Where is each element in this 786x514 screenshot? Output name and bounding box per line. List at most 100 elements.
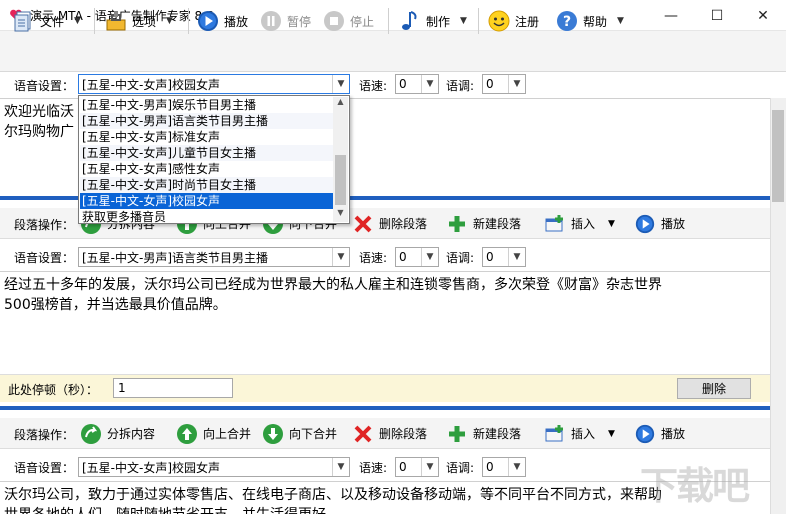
insert-label: 插入 xyxy=(571,427,596,441)
minimize-button[interactable]: — xyxy=(648,0,694,31)
delete-paragraph-button[interactable]: 删除段落 xyxy=(352,421,427,446)
play-button[interactable]: 播放 xyxy=(196,6,248,36)
chevron-down-icon[interactable]: ▼ xyxy=(508,458,525,476)
chevron-down-icon[interactable]: ▼ xyxy=(332,458,349,476)
tone-select[interactable]: 0 ▼ xyxy=(482,74,526,94)
section-divider xyxy=(0,406,770,410)
register-button[interactable]: 注册 xyxy=(487,6,539,36)
pause-label: 暂停 xyxy=(287,14,312,29)
chevron-up-icon[interactable]: ▲ xyxy=(333,97,348,111)
tone-value: 0 xyxy=(486,77,494,91)
split-icon xyxy=(81,423,101,444)
play-icon xyxy=(198,11,218,31)
para-ops-label: 段落操作： xyxy=(14,428,75,442)
voice-select-value: [五星-中文-女声]校园女声 xyxy=(82,460,221,475)
dropdown-option[interactable]: [五星-中文-女声]标准女声 xyxy=(80,129,334,145)
merge-up-label: 向上合并 xyxy=(203,427,252,441)
insert-menu-button[interactable]: 插入 ▼ xyxy=(544,421,615,446)
help-menu-button[interactable]: ? 帮助 ▼ xyxy=(555,6,624,36)
new-paragraph-button[interactable]: 新建段落 xyxy=(446,421,521,446)
paragraph-line: 经过五十多年的发展，沃尔玛公司已经成为世界最大的私人雇主和连锁零售商，多次荣登《… xyxy=(4,277,662,293)
main-scrollbar-thumb[interactable] xyxy=(772,110,784,202)
delete-paragraph-label: 删除段落 xyxy=(379,217,428,231)
arrow-down-icon xyxy=(263,423,283,444)
maximize-button[interactable]: ☐ xyxy=(694,0,740,31)
new-paragraph-button[interactable]: 新建段落 xyxy=(446,211,521,236)
split-button[interactable]: 分拆内容 xyxy=(80,421,155,446)
chevron-down-icon[interactable]: ▼ xyxy=(508,248,525,266)
close-button[interactable]: ✕ xyxy=(740,0,786,31)
voice-label: 语音设置： xyxy=(14,79,75,93)
merge-down-button[interactable]: 向下合并 xyxy=(262,421,337,446)
chevron-down-icon[interactable]: ▼ xyxy=(332,75,349,93)
insert-menu-button[interactable]: 插入 ▼ xyxy=(544,211,615,236)
merge-down-label: 向下合并 xyxy=(289,427,338,441)
dropdown-option[interactable]: [五星-中文-男声]语言类节目男主播 xyxy=(80,113,334,129)
dropdown-option[interactable]: 获取更多播音员 xyxy=(80,209,334,225)
help-icon: ? xyxy=(557,11,577,31)
make-menu-button[interactable]: 制作 ▼ xyxy=(398,6,467,36)
paragraph-play-button[interactable]: 播放 xyxy=(634,211,685,236)
dropdown-option[interactable]: [五星-中文-女声]时尚节目女主播 xyxy=(80,177,334,193)
speed-select[interactable]: 0 ▼ xyxy=(395,457,439,477)
dropdown-scroll-thumb[interactable] xyxy=(335,155,346,205)
document-icon xyxy=(14,11,31,32)
paragraph-play-label: 播放 xyxy=(661,217,686,231)
speed-label: 语速: xyxy=(359,251,388,265)
toolbar-divider xyxy=(188,8,189,34)
voice-select-value: [五星-中文-男声]语言类节目男主播 xyxy=(82,250,269,265)
insert-icon xyxy=(545,424,563,441)
options-label: 选项 xyxy=(132,14,157,29)
new-paragraph-label: 新建段落 xyxy=(473,427,522,441)
watermark: 下载吧 xyxy=(640,464,750,508)
dropdown-option-selected[interactable]: [五星-中文-女声]校园女声 xyxy=(80,193,334,209)
play-icon xyxy=(635,214,655,233)
dropdown-option[interactable]: [五星-中文-女声]感性女声 xyxy=(80,161,334,177)
delete-x-icon xyxy=(354,215,372,232)
split-label: 分拆内容 xyxy=(107,427,156,441)
toolbar xyxy=(0,31,786,72)
insert-label: 插入 xyxy=(571,217,596,231)
chevron-down-icon: ▼ xyxy=(74,16,81,26)
chevron-down-icon[interactable]: ▼ xyxy=(421,75,438,93)
chevron-down-icon[interactable]: ▼ xyxy=(421,248,438,266)
paragraph-text-2[interactable]: 经过五十多年的发展，沃尔玛公司已经成为世界最大的私人雇主和连锁零售商，多次荣登《… xyxy=(0,271,770,374)
pause-button[interactable]: 暂停 xyxy=(259,6,311,36)
toolbar-divider xyxy=(388,8,389,34)
smiley-icon xyxy=(488,10,510,32)
chevron-down-icon: ▼ xyxy=(617,16,624,26)
speed-select[interactable]: 0 ▼ xyxy=(395,247,439,267)
delete-x-icon xyxy=(354,425,372,442)
voice-dropdown-list: [五星-中文-男声]娱乐节目男主播 [五星-中文-男声]语言类节目男主播 [五星… xyxy=(78,95,350,224)
tone-select[interactable]: 0 ▼ xyxy=(482,457,526,477)
chevron-down-icon[interactable]: ▼ xyxy=(421,458,438,476)
tone-label: 语调: xyxy=(446,79,475,93)
tone-select[interactable]: 0 ▼ xyxy=(482,247,526,267)
voice-select[interactable]: [五星-中文-女声]校园女声 ▼ xyxy=(78,457,350,477)
help-label: 帮助 xyxy=(583,14,608,29)
file-menu-button[interactable]: 文件 ▼ xyxy=(12,6,81,36)
dropdown-option[interactable]: [五星-中文-女声]儿童节目女主播 xyxy=(80,145,334,161)
pause-seconds-input[interactable]: 1 xyxy=(113,378,233,398)
delete-paragraph-button[interactable]: 删除段落 xyxy=(352,211,427,236)
toolbox-icon xyxy=(106,11,126,31)
paragraph-play-button[interactable]: 播放 xyxy=(634,421,685,446)
stop-button[interactable]: 停止 xyxy=(322,6,374,36)
options-menu-button[interactable]: 选项 ▼ xyxy=(104,6,173,36)
register-label: 注册 xyxy=(515,14,540,29)
speed-select[interactable]: 0 ▼ xyxy=(395,74,439,94)
chevron-down-icon[interactable]: ▼ xyxy=(333,208,348,222)
voice-select[interactable]: [五星-中文-女声]校园女声 ▼ xyxy=(78,74,350,94)
stop-icon xyxy=(324,11,344,31)
toolbar-divider xyxy=(94,8,95,34)
chevron-down-icon[interactable]: ▼ xyxy=(508,75,525,93)
tone-label: 语调: xyxy=(446,251,475,265)
voice-select[interactable]: [五星-中文-男声]语言类节目男主播 ▼ xyxy=(78,247,350,267)
chevron-down-icon[interactable]: ▼ xyxy=(332,248,349,266)
paragraph-play-label: 播放 xyxy=(661,427,686,441)
dropdown-scrollbar[interactable]: ▲ ▼ xyxy=(333,97,348,222)
merge-up-button[interactable]: 向上合并 xyxy=(176,421,251,446)
dropdown-option[interactable]: [五星-中文-男声]娱乐节目男主播 xyxy=(80,97,334,113)
delete-pause-button[interactable]: 删除 xyxy=(677,378,751,399)
tone-value: 0 xyxy=(486,250,494,264)
